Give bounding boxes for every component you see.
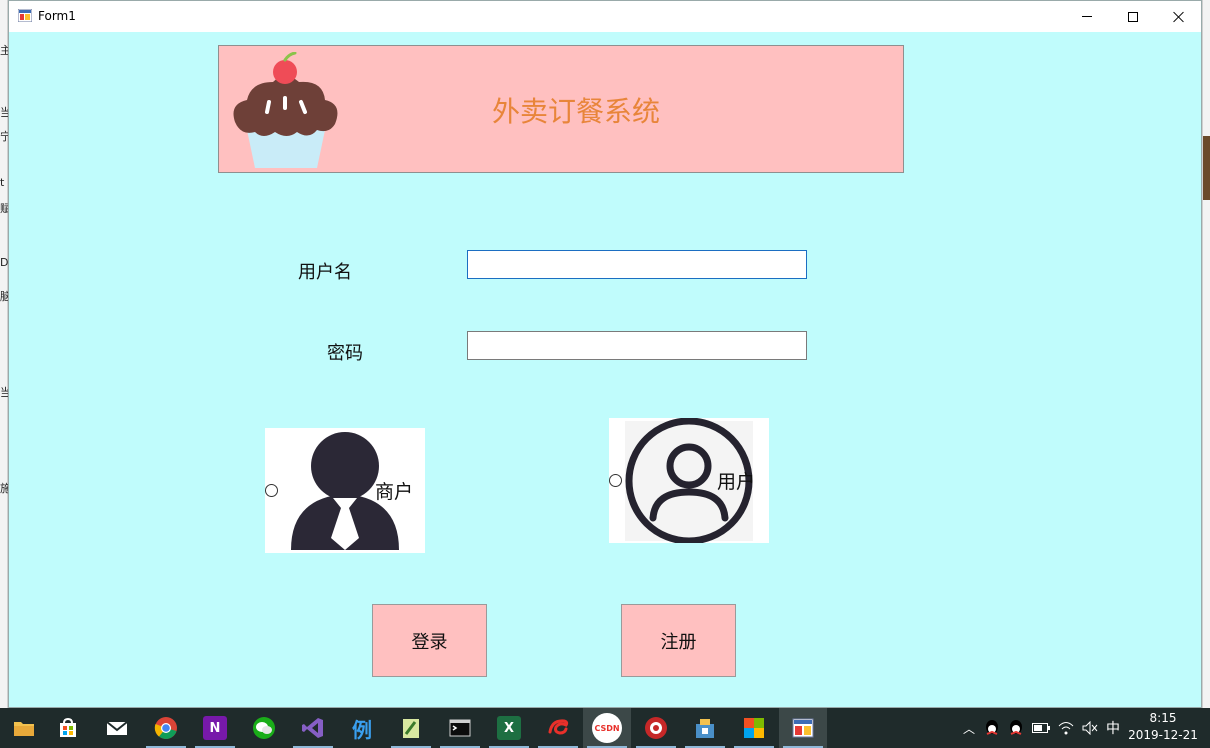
tray-expand-chevron-up-icon[interactable]: ︿	[960, 720, 978, 737]
csdn-icon: CSDN	[592, 713, 622, 743]
password-input[interactable]	[467, 331, 807, 360]
username-input[interactable]	[467, 250, 807, 279]
clock[interactable]: 8:15 2019-12-21	[1128, 710, 1198, 744]
customer-label[interactable]: 用户	[717, 467, 755, 494]
background-app-edge-right	[1202, 0, 1210, 708]
form1-window: Form1 外卖订餐系统 用户名 密码 商户 用户 登录 注册	[8, 0, 1202, 708]
battery-icon[interactable]	[1032, 723, 1050, 733]
taskbar-onenote[interactable]: N	[191, 708, 239, 748]
example-app-icon: 例	[352, 717, 372, 742]
record-app-icon	[645, 717, 667, 739]
taskbar-excel[interactable]: X	[485, 708, 533, 748]
form1-app-icon	[792, 718, 814, 738]
close-button[interactable]	[1156, 1, 1202, 32]
visual-studio-icon	[302, 718, 323, 738]
taskbar-notepad-plus[interactable]	[387, 708, 435, 748]
taskbar-example-app[interactable]: 例	[338, 708, 386, 748]
taskbar-terminal[interactable]	[436, 708, 484, 748]
onenote-icon: N	[203, 716, 227, 740]
background-image-thumbnail	[1203, 136, 1210, 200]
volume-muted-icon[interactable]	[1082, 721, 1098, 735]
mail-icon	[106, 721, 128, 735]
wifi-icon[interactable]	[1058, 721, 1074, 735]
system-tray: ︿ 中	[960, 708, 1120, 748]
close-icon	[1173, 11, 1185, 23]
qq-icon-2[interactable]	[1008, 719, 1024, 737]
taskbar-app-collage[interactable]	[730, 708, 778, 748]
taskbar-mail[interactable]	[93, 708, 141, 748]
maximize-icon	[1128, 11, 1138, 22]
chrome-icon	[154, 717, 177, 739]
qq-icon[interactable]	[984, 719, 1000, 737]
taskbar-app-red[interactable]	[534, 708, 582, 748]
window-title: Form1	[38, 9, 76, 23]
clock-time: 8:15	[1149, 711, 1177, 725]
form-app-icon	[18, 9, 32, 22]
clock-date: 2019-12-21	[1128, 728, 1198, 742]
swirl-app-icon	[548, 719, 569, 735]
csdn-icon-text: CSDN	[594, 723, 620, 733]
folder-icon	[14, 722, 34, 736]
notepad-plus-icon	[403, 719, 419, 738]
cupcake-icon	[233, 52, 338, 168]
username-label: 用户名	[298, 262, 352, 283]
maximize-button[interactable]	[1110, 1, 1156, 32]
taskbar-chrome[interactable]	[142, 708, 190, 748]
wechat-icon	[253, 717, 275, 739]
title-bar[interactable]: Form1	[9, 1, 1201, 32]
taskbar-app-record[interactable]	[632, 708, 680, 748]
register-button[interactable]: 注册	[621, 604, 736, 677]
store-bag-icon	[60, 717, 76, 737]
excel-icon: X	[497, 716, 521, 740]
taskbar-form1-app[interactable]	[779, 708, 827, 748]
tools-app-icon	[696, 719, 714, 738]
customer-radio[interactable]	[609, 474, 622, 487]
merchant-label[interactable]: 商户	[375, 477, 413, 504]
windows-taskbar: N 例 X CSDN ︿ 中 8:15 2019-12-21	[0, 708, 1210, 748]
ime-indicator[interactable]: 中	[1106, 718, 1120, 738]
background-app-edge-left: 主 当 宁 t 赋 D 脑 当 施	[0, 0, 11, 708]
taskbar-app-tools[interactable]	[681, 708, 729, 748]
taskbar-visual-studio[interactable]	[289, 708, 337, 748]
taskbar-wechat[interactable]	[240, 708, 288, 748]
password-label: 密码	[327, 343, 363, 364]
header-banner: 外卖订餐系统	[218, 45, 904, 173]
taskbar-csdn[interactable]: CSDN	[583, 708, 631, 748]
taskbar-store[interactable]	[44, 708, 92, 748]
collage-app-icon	[744, 718, 764, 738]
minimize-icon	[1082, 16, 1092, 17]
terminal-icon	[449, 719, 471, 737]
form-client-area: 外卖订餐系统 用户名 密码 商户 用户 登录 注册	[9, 32, 1201, 708]
login-button[interactable]: 登录	[372, 604, 487, 677]
system-title: 外卖订餐系统	[492, 95, 661, 128]
taskbar-file-explorer[interactable]	[0, 708, 48, 748]
merchant-radio[interactable]	[265, 484, 278, 497]
minimize-button[interactable]	[1064, 1, 1110, 32]
